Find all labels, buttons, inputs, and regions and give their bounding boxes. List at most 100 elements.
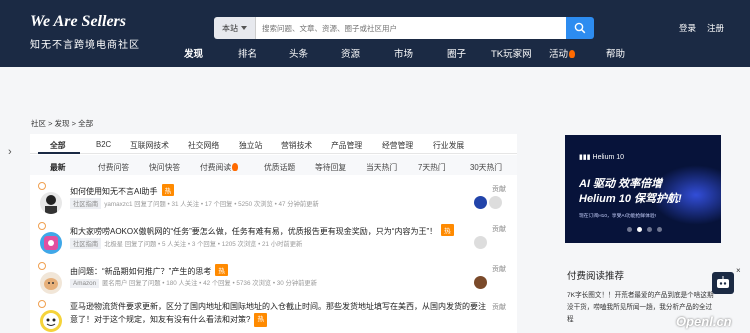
avatar[interactable]: [474, 276, 487, 289]
question-meta-text: yamaxzc1 回复了问题 • 31 人关注 • 17 个回复 • 5250 …: [104, 201, 319, 208]
promo-banner[interactable]: ▮▮▮ Helium 10 AI 驱动 效率倍增 Helium 10 保驾护航!…: [565, 135, 721, 243]
chevron-down-icon: [241, 26, 247, 30]
question-item: 亚马逊物流货件要求更新，区分了国内地址和国际地址的入仓截止时间。那些发货地址填写…: [30, 300, 517, 333]
login-link[interactable]: 登录: [679, 22, 696, 34]
site-logo-title[interactable]: We Are Sellers: [30, 13, 126, 31]
badge-icon: [38, 222, 46, 230]
carousel-dot[interactable]: [647, 227, 652, 232]
avatar[interactable]: [474, 196, 487, 209]
category-tab-internet-tech[interactable]: 互联网技术: [130, 140, 169, 151]
question-meta: 社区指南 yamaxzc1 回复了问题 • 31 人关注 • 17 个回复 • 5…: [70, 198, 319, 209]
filter-tab-awaiting-reply[interactable]: 等待回复: [315, 162, 346, 173]
search-input[interactable]: [256, 17, 566, 39]
nav-ranking[interactable]: 排名: [238, 46, 257, 60]
filter-tab-latest[interactable]: 最新: [50, 162, 66, 173]
banner-brand-text: Helium 10: [592, 154, 625, 161]
close-icon[interactable]: ×: [736, 266, 741, 275]
hot-badge: 热: [441, 224, 454, 236]
question-title-text: 和大家唠唠AOKOX傲帆网的“任务”要怎么做，任务有难有易，优质报告更有现金奖励…: [70, 227, 438, 236]
banner-brand: ▮▮▮ Helium 10: [579, 154, 625, 161]
avatar[interactable]: [40, 192, 62, 214]
avatar[interactable]: [40, 310, 62, 332]
filter-tab-quality-topics[interactable]: 优质话题: [264, 162, 295, 173]
nav-circles[interactable]: 圈子: [447, 46, 466, 60]
nav-headlines[interactable]: 头条: [289, 46, 308, 60]
watermark: Openl.cn: [676, 314, 732, 329]
question-item: 由问题：“新品期如何推广？”产生的思考热 Amazon 匿名用户 回复了问题 • …: [30, 262, 517, 300]
top-header: We Are Sellers 知无不言跨境电商社区 本站 登录 注册 发现 排名…: [0, 0, 750, 67]
filter-tab-quick-qa[interactable]: 快问快答: [149, 162, 180, 173]
nav-events-label: 活动: [549, 49, 569, 60]
question-meta-text: 匿名用户 回复了问题 • 180 人关注 • 42 个回复 • 5736 次浏览…: [102, 280, 318, 287]
question-feed-panel: 全部 B2C 互联网技术 社交网络 独立站 营销技术 产品管理 经营管理 行业发…: [30, 134, 517, 333]
avatar[interactable]: [489, 196, 502, 209]
question-title-text: 亚马逊物流货件要求更新，区分了国内地址和国际地址的入仓截止时间。那些发货地址填写…: [70, 302, 486, 324]
search-icon: [574, 22, 586, 34]
contributors-label: 贡献: [492, 226, 506, 233]
avatar[interactable]: [474, 236, 487, 249]
filter-tab-paid-reading[interactable]: 付费阅读: [200, 162, 239, 173]
contributor-avatars: [474, 276, 487, 289]
category-tab-industry[interactable]: 行业发展: [433, 140, 464, 151]
filter-tab-paid-qa[interactable]: 付费问答: [98, 162, 129, 173]
contributors-label: 贡献: [492, 186, 506, 193]
search-scope-label: 本站: [222, 23, 238, 33]
nav-tk-players[interactable]: TK玩家网: [491, 46, 532, 60]
search-button[interactable]: [566, 17, 594, 39]
contributor-avatars: [474, 196, 502, 209]
question-meta-text: 北极星 回复了问题 • 5 人关注 • 3 个回复 • 1205 次浏览 • 2…: [104, 241, 303, 248]
nav-events[interactable]: 活动: [549, 46, 576, 60]
category-tab-business-mgmt[interactable]: 经营管理: [382, 140, 413, 151]
carousel-dot[interactable]: [657, 227, 662, 232]
badge-icon: [38, 262, 46, 270]
question-title[interactable]: 如何使用知无不言AI助手热: [70, 184, 175, 197]
category-tab-independent-site[interactable]: 独立站: [239, 140, 262, 151]
question-item: 如何使用知无不言AI助手热 社区指南 yamaxzc1 回复了问题 • 31 人关…: [30, 182, 517, 220]
carousel-dot[interactable]: [627, 227, 632, 232]
contributors-label: 贡献: [492, 304, 506, 311]
avatar[interactable]: [40, 232, 62, 254]
question-item: 和大家唠唠AOKOX傲帆网的“任务”要怎么做，任务有难有易，优质报告更有现金奖励…: [30, 222, 517, 260]
avatar[interactable]: [40, 272, 62, 294]
category-tab-marketing-tech[interactable]: 营销技术: [281, 140, 312, 151]
nav-market[interactable]: 市场: [394, 46, 413, 60]
question-tag[interactable]: 社区指南: [70, 198, 102, 209]
search-scope-select[interactable]: 本站: [214, 17, 256, 39]
fire-icon: [569, 50, 576, 58]
question-title[interactable]: 由问题：“新品期如何推广？”产生的思考热: [70, 264, 228, 277]
question-tag[interactable]: 社区指南: [70, 238, 102, 249]
paid-reading-title: 付费阅读推荐: [567, 271, 625, 282]
category-tab-b2c[interactable]: B2C: [96, 140, 111, 149]
category-tab-social[interactable]: 社交网络: [188, 140, 219, 151]
hot-badge: 热: [215, 264, 228, 276]
hot-badge: 热: [161, 184, 175, 196]
chevron-left-icon[interactable]: ›: [8, 146, 12, 158]
category-tab-product-mgmt[interactable]: 产品管理: [331, 140, 362, 151]
question-meta: 社区指南 北极星 回复了问题 • 5 人关注 • 3 个回复 • 1205 次浏览…: [70, 238, 302, 249]
filter-tab-30day-hot[interactable]: 30天热门: [470, 162, 502, 173]
register-link[interactable]: 注册: [707, 22, 724, 34]
question-meta: Amazon 匿名用户 回复了问题 • 180 人关注 • 42 个回复 • 57…: [70, 278, 317, 288]
question-title[interactable]: 亚马逊物流货件要求更新，区分了国内地址和国际地址的入仓截止时间。那些发货地址填写…: [70, 301, 490, 327]
nav-help[interactable]: 帮助: [606, 46, 625, 60]
filter-tab-today-hot[interactable]: 当天热门: [366, 162, 397, 173]
question-tag[interactable]: Amazon: [70, 279, 100, 288]
search-bar: 本站: [214, 17, 594, 39]
filter-tab-7day-hot[interactable]: 7天热门: [418, 162, 446, 173]
nav-discover[interactable]: 发现: [184, 46, 203, 60]
assistant-button[interactable]: [712, 272, 734, 294]
category-tab-all[interactable]: 全部: [50, 140, 66, 151]
filter-tabs: 最新 付费问答 快问快答 付费阅读 优质话题 等待回复 当天热门 7天热门 30…: [30, 155, 517, 175]
filter-tab-paid-reading-label: 付费阅读: [200, 163, 232, 172]
badge-icon: [38, 182, 46, 190]
breadcrumb[interactable]: 社区 > 发现 > 全部: [31, 118, 93, 129]
carousel-dots: [627, 227, 662, 232]
robot-icon: [717, 276, 729, 288]
contributor-avatars: [474, 236, 487, 249]
banner-small-text: 现在订阅H10，享受AI功能抢鲜体验!: [579, 214, 657, 219]
carousel-dot[interactable]: [637, 227, 642, 232]
badge-icon: [38, 300, 46, 308]
nav-resources[interactable]: 资源: [341, 46, 360, 60]
banner-headline-1: AI 驱动 效率倍增: [579, 178, 663, 190]
question-title[interactable]: 和大家唠唠AOKOX傲帆网的“任务”要怎么做，任务有难有易，优质报告更有现金奖励…: [70, 224, 454, 237]
